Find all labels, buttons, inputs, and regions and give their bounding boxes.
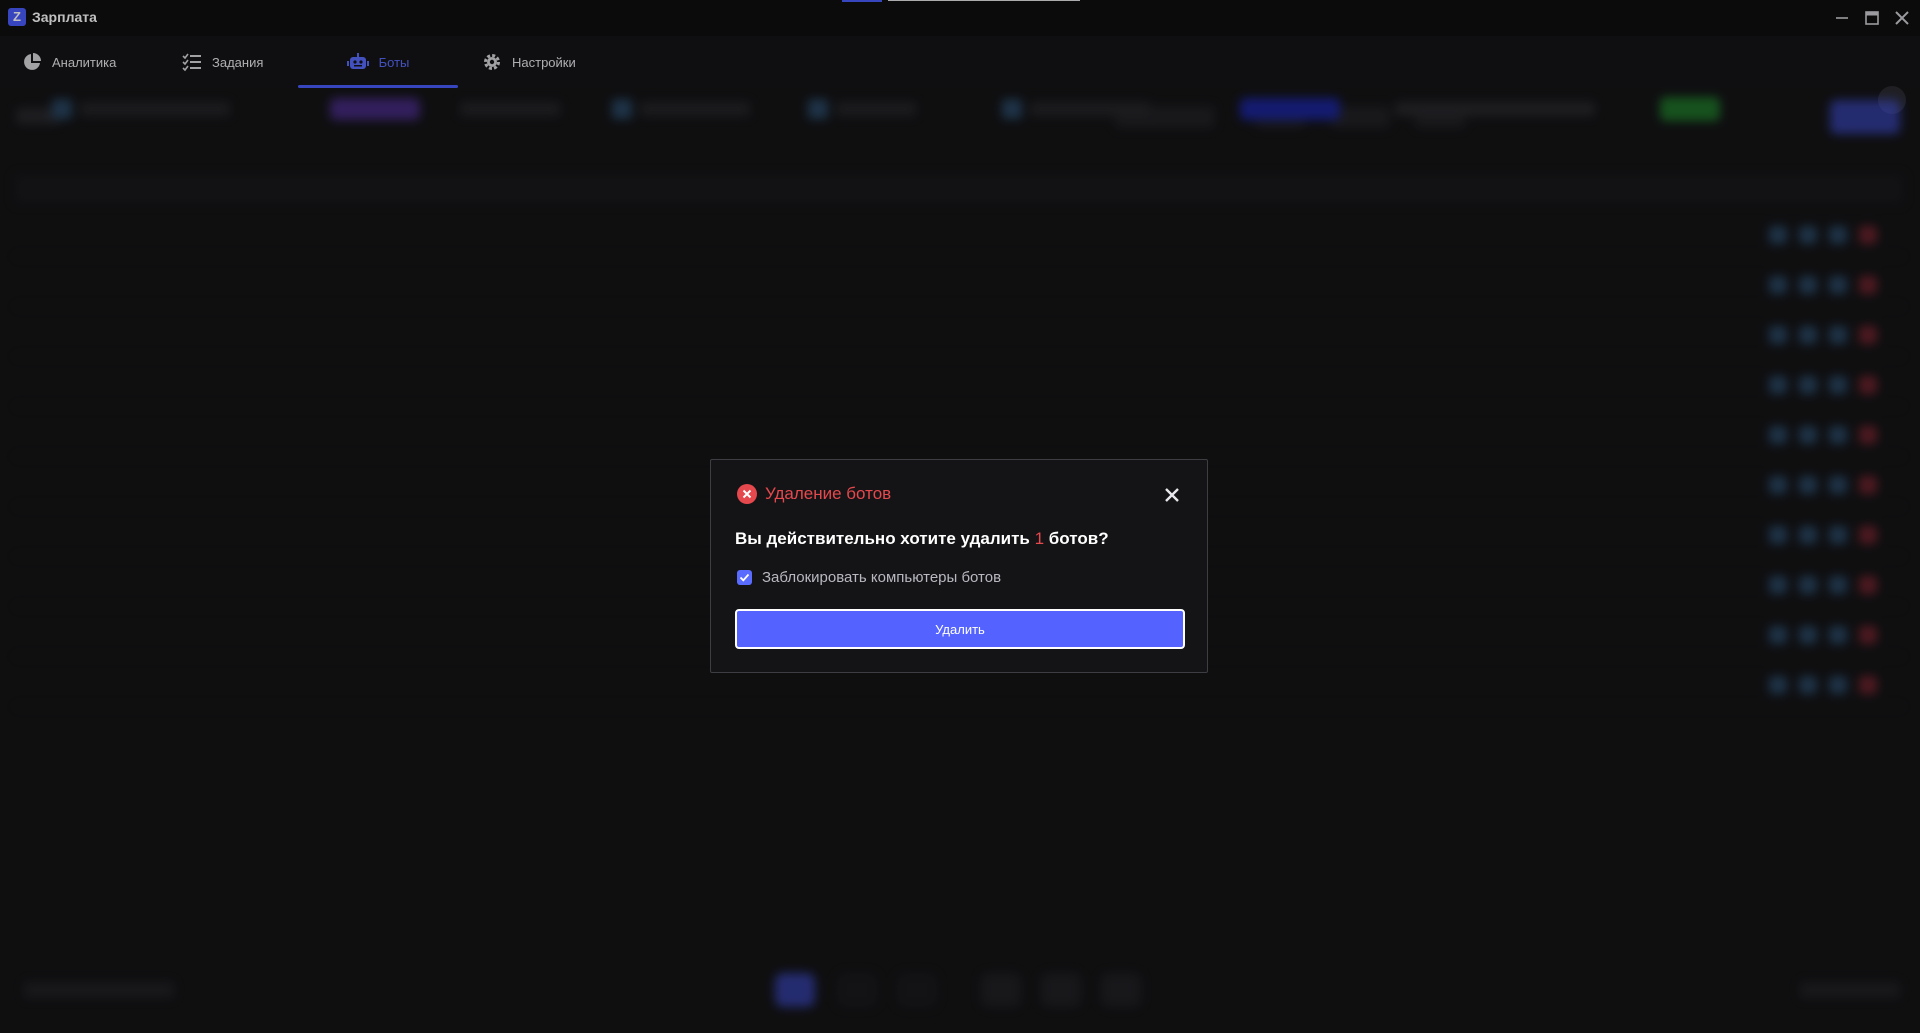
question-suffix: ботов? <box>1044 529 1109 548</box>
question-prefix: Вы действительно хотите удалить <box>735 529 1035 548</box>
error-icon <box>737 484 757 504</box>
dialog-header: Удаление ботов <box>737 484 891 504</box>
dialog-question: Вы действительно хотите удалить 1 ботов? <box>735 529 1109 549</box>
delete-button[interactable]: Удалить <box>735 609 1185 649</box>
block-computers-checkbox[interactable] <box>737 570 752 585</box>
block-computers-label: Заблокировать компьютеры ботов <box>762 569 1002 586</box>
delete-bots-dialog: Удаление ботов Вы действительно хотите у… <box>710 459 1208 673</box>
block-computers-option[interactable]: Заблокировать компьютеры ботов <box>737 569 1001 586</box>
close-icon[interactable] <box>1163 486 1181 504</box>
delete-count: 1 <box>1034 529 1045 548</box>
dialog-title: Удаление ботов <box>765 484 892 503</box>
checkmark-icon <box>739 573 750 582</box>
